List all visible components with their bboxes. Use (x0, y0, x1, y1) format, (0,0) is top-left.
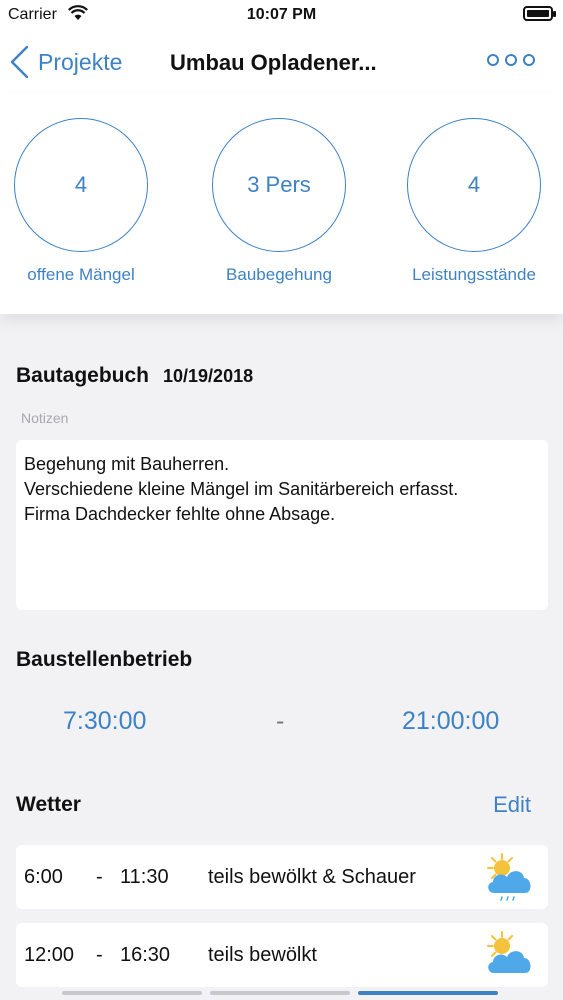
notes-label: Notizen (21, 410, 69, 426)
notes-textarea[interactable]: Begehung mit Bauherren. Verschiedene kle… (16, 440, 548, 610)
navigation-bar: Projekte Umbau Opladener... (0, 30, 563, 94)
back-button[interactable]: Projekte (8, 44, 122, 80)
dot-icon (487, 54, 499, 66)
stats-panel: 4 offene Mängel 3 Pers Baubegehung 4 Lei… (0, 94, 563, 314)
more-options-button[interactable] (487, 54, 535, 66)
stat-label: Baubegehung (226, 265, 332, 284)
status-bar: Carrier 10:07 PM (0, 0, 563, 30)
stat-value: 3 Pers (247, 172, 311, 197)
weather-title: Wetter (16, 793, 81, 816)
end-time-picker[interactable]: 21:00:00 (402, 707, 499, 736)
diary-header: Bautagebuch 10/19/2018 (16, 364, 253, 388)
weather-description: teils bewölkt (208, 944, 317, 966)
stat-value: 4 (467, 172, 481, 197)
weather-dash: - (96, 944, 103, 966)
weather-dash: - (96, 866, 103, 888)
weather-to: 16:30 (120, 944, 171, 966)
page-indicator-segment (210, 991, 350, 995)
chevron-left-icon (10, 45, 29, 79)
battery-icon (523, 6, 556, 21)
back-button-label: Projekte (38, 48, 123, 75)
weather-from: 6:00 (24, 866, 63, 888)
start-time-picker[interactable]: 7:30:00 (63, 707, 146, 736)
operation-title: Baustellenbetrieb (16, 648, 193, 671)
stat-open-defects[interactable]: 4 offene Mängel (0, 118, 176, 285)
page-indicator-segment-active (358, 991, 498, 995)
stat-label: offene Mängel (27, 265, 135, 284)
stat-progress-reports[interactable]: 4 Leistungsstände (379, 118, 563, 285)
page-indicator-segment (62, 991, 202, 995)
notes-line: Firma Dachdecker fehlte ohne Absage. (24, 504, 336, 524)
page-title: Umbau Opladener... (170, 50, 377, 75)
stat-circle: 3 Pers (212, 118, 346, 252)
stat-circle: 4 (407, 118, 541, 252)
sun-cloud-rain-icon (487, 853, 531, 901)
status-time: 10:07 PM (246, 6, 317, 23)
weather-from: 12:00 (24, 944, 75, 966)
stat-label: Leistungsstände (412, 265, 536, 284)
sun-cloud-icon (487, 931, 531, 973)
notes-line: Begehung mit Bauherren. (24, 454, 230, 474)
dot-icon (505, 54, 517, 66)
page-indicator (62, 991, 498, 995)
weather-edit-button[interactable]: Edit (493, 792, 531, 818)
stat-value: 4 (74, 172, 88, 197)
weather-description: teils bewölkt & Schauer (208, 866, 416, 888)
stat-site-inspection[interactable]: 3 Pers Baubegehung (184, 118, 374, 285)
dot-icon (523, 54, 535, 66)
diary-title: Bautagebuch (16, 364, 150, 387)
weather-to: 11:30 (120, 866, 169, 888)
stat-circle: 4 (14, 118, 148, 252)
diary-date[interactable]: 10/19/2018 (163, 366, 253, 387)
time-separator: - (276, 707, 285, 735)
weather-row[interactable]: 6:00 - 11:30 teils bewölkt & Schauer (16, 845, 548, 909)
weather-row[interactable]: 12:00 - 16:30 teils bewölkt (16, 923, 548, 987)
notes-line: Verschiedene kleine Mängel im Sanitärber… (24, 479, 459, 499)
